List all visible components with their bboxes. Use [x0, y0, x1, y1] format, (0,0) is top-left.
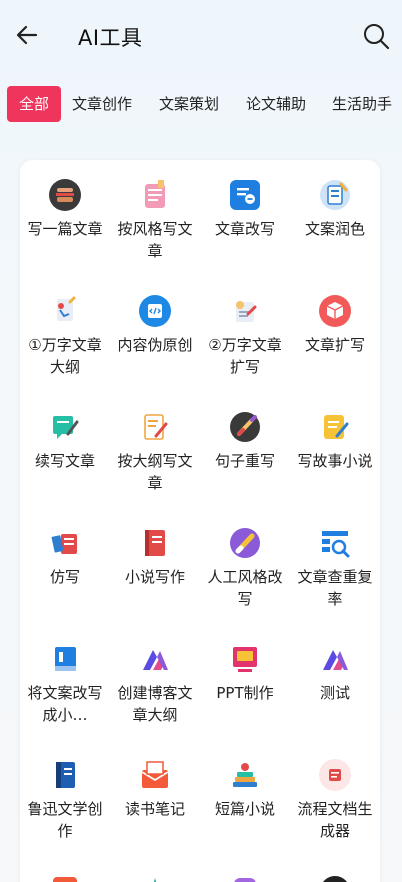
continue-icon [53, 416, 79, 439]
top-bar: AI工具 [0, 0, 402, 72]
tool-item[interactable]: 文章扩写 [290, 294, 380, 356]
tool-item[interactable]: 按大纲写文章 [110, 410, 200, 494]
tool-item[interactable]: 仿写 [20, 526, 110, 588]
category-tabs: 全部 文章创作 文案策划 论文辅助 生活助手 [0, 86, 402, 124]
back-arrow-icon[interactable] [14, 22, 40, 48]
expand-doc-icon [236, 301, 257, 322]
blue-book-icon [55, 647, 76, 671]
tool-item[interactable]: 鲁迅文学创作 [20, 758, 110, 842]
tool-item[interactable]: 文案润色 [290, 178, 380, 240]
tool-item[interactable]: 写一篇文章 [20, 178, 110, 240]
notebook-icon [56, 762, 75, 788]
brand-icon [323, 650, 348, 670]
tool-item[interactable]: 句子重写 [200, 410, 290, 472]
dark-circle-icon [323, 876, 347, 882]
tool-item[interactable]: 读书笔记 [110, 758, 200, 820]
tool-item[interactable] [20, 874, 110, 882]
tab-all[interactable]: 全部 [7, 86, 61, 122]
tool-item[interactable]: 短篇小说 [200, 758, 290, 820]
tool-item[interactable]: 小说写作 [110, 526, 200, 588]
purple-icon [234, 878, 256, 882]
book-icon [145, 530, 165, 556]
check-icon [322, 531, 350, 558]
tool-item[interactable] [290, 874, 380, 882]
story-icon [324, 415, 349, 439]
tool-item[interactable]: 人工风格改写 [200, 526, 290, 610]
tool-item[interactable]: 创建博客文章大纲 [110, 642, 200, 726]
tool-item[interactable] [200, 874, 290, 882]
teal-icon [153, 878, 157, 882]
tool-item[interactable]: ②万字文章扩写 [200, 294, 290, 378]
style-doc-icon [145, 180, 165, 208]
burger-icon [49, 179, 81, 211]
tab-copywriting[interactable]: 文案策划 [159, 86, 219, 122]
cube-icon [319, 295, 351, 327]
tool-item[interactable]: ①万字文章大纲 [20, 294, 110, 378]
tab-life-assistant[interactable]: 生活助手 [332, 86, 392, 122]
tool-item[interactable]: 流程文档生成器 [290, 758, 380, 842]
pen-icon [230, 412, 260, 442]
flow-icon [319, 759, 351, 791]
outline-icon [57, 296, 76, 321]
search-icon[interactable] [362, 22, 390, 50]
books-icon [233, 763, 257, 787]
tool-item[interactable]: 测试 [290, 642, 380, 704]
rewrite-icon [230, 180, 260, 210]
tool-item[interactable]: 文章查重复率 [290, 526, 380, 610]
orange-edit-icon [53, 877, 77, 882]
tool-item[interactable]: 续写文章 [20, 410, 110, 472]
tool-item[interactable]: 内容伪原创 [110, 294, 200, 356]
imitate-icon [51, 534, 77, 554]
tool-item[interactable]: 写故事小说 [290, 410, 380, 472]
brand-icon [143, 650, 168, 670]
tool-item[interactable]: PPT制作 [200, 642, 290, 704]
outline-write-icon [144, 414, 168, 440]
mail-icon [141, 761, 169, 788]
polish-icon [320, 180, 350, 210]
tool-item[interactable] [110, 874, 200, 882]
ppt-icon [233, 647, 257, 672]
tool-item[interactable]: 按风格写文章 [110, 178, 200, 262]
tool-item[interactable]: 文章改写 [200, 178, 290, 240]
code-icon [139, 295, 171, 327]
pen-circle-icon [230, 528, 260, 558]
tab-article-creation[interactable]: 文章创作 [72, 86, 132, 122]
tool-item[interactable]: 将文案改写成小… [20, 642, 110, 726]
page-title: AI工具 [78, 26, 143, 50]
tools-card: 写一篇文章 按风格写文章 文章改写 文案润色 ①万字文章大纲 内容伪原创 ②万字… [20, 160, 380, 882]
tab-paper-assist[interactable]: 论文辅助 [246, 86, 306, 122]
